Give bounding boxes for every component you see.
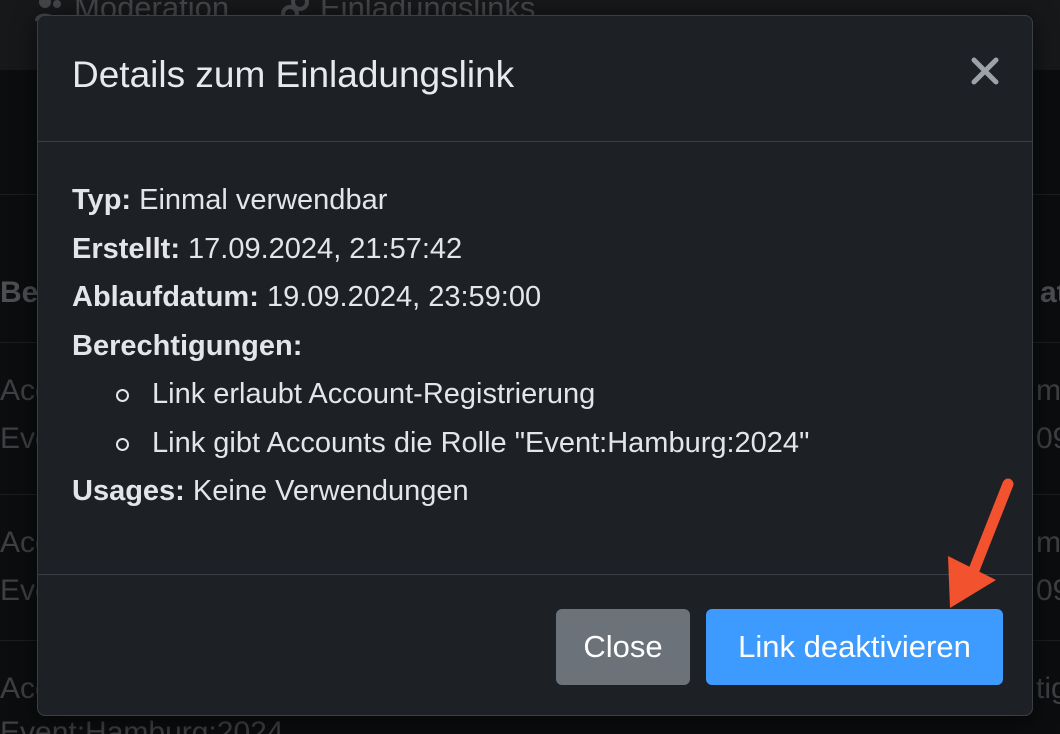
permissions-list: Link erlaubt Account-Registrierung Link … xyxy=(72,370,998,467)
field-usages: Usages: Keine Verwendungen xyxy=(72,467,998,516)
field-permissions-label: Berechtigungen: xyxy=(72,329,303,362)
field-usages-label: Usages: xyxy=(72,475,185,507)
modal-title: Details zum Einladungslink xyxy=(72,54,515,95)
field-permissions: Berechtigungen: xyxy=(72,322,998,371)
modal-header: Details zum Einladungslink xyxy=(38,16,1032,142)
field-expiry: Ablaufdatum: 19.09.2024, 23:59:00 xyxy=(72,273,998,322)
permission-item: Link erlaubt Account-Registrierung xyxy=(116,370,998,419)
field-created: Erstellt: 17.09.2024, 21:57:42 xyxy=(72,225,998,274)
field-expiry-label: Ablaufdatum: xyxy=(72,281,259,313)
field-created-label: Erstellt: xyxy=(72,232,180,265)
annotation-arrow-icon xyxy=(948,478,1014,608)
close-icon[interactable] xyxy=(970,56,1000,86)
field-usages-value: Keine Verwendungen xyxy=(192,475,469,507)
invite-link-details-modal: Details zum Einladungslink Typ: Einmal v… xyxy=(37,15,1033,716)
modal-body: Typ: Einmal verwendbar Erstellt: 17.09.2… xyxy=(72,176,998,516)
field-expiry-value: 19.09.2024, 23:59:00 xyxy=(266,281,542,313)
field-type: Typ: Einmal verwendbar xyxy=(72,176,998,225)
field-created-value: 17.09.2024, 21:57:42 xyxy=(188,232,463,265)
page: Moderation Einladungslinks Ber atu Acc E… xyxy=(0,0,1060,734)
field-type-value: Einmal verwendbar xyxy=(139,184,388,216)
field-type-label: Typ: xyxy=(72,184,132,216)
close-button[interactable]: Close xyxy=(556,609,690,685)
deactivate-link-button[interactable]: Link deaktivieren xyxy=(706,609,1003,685)
permission-item: Link gibt Accounts die Rolle "Event:Hamb… xyxy=(116,419,998,468)
